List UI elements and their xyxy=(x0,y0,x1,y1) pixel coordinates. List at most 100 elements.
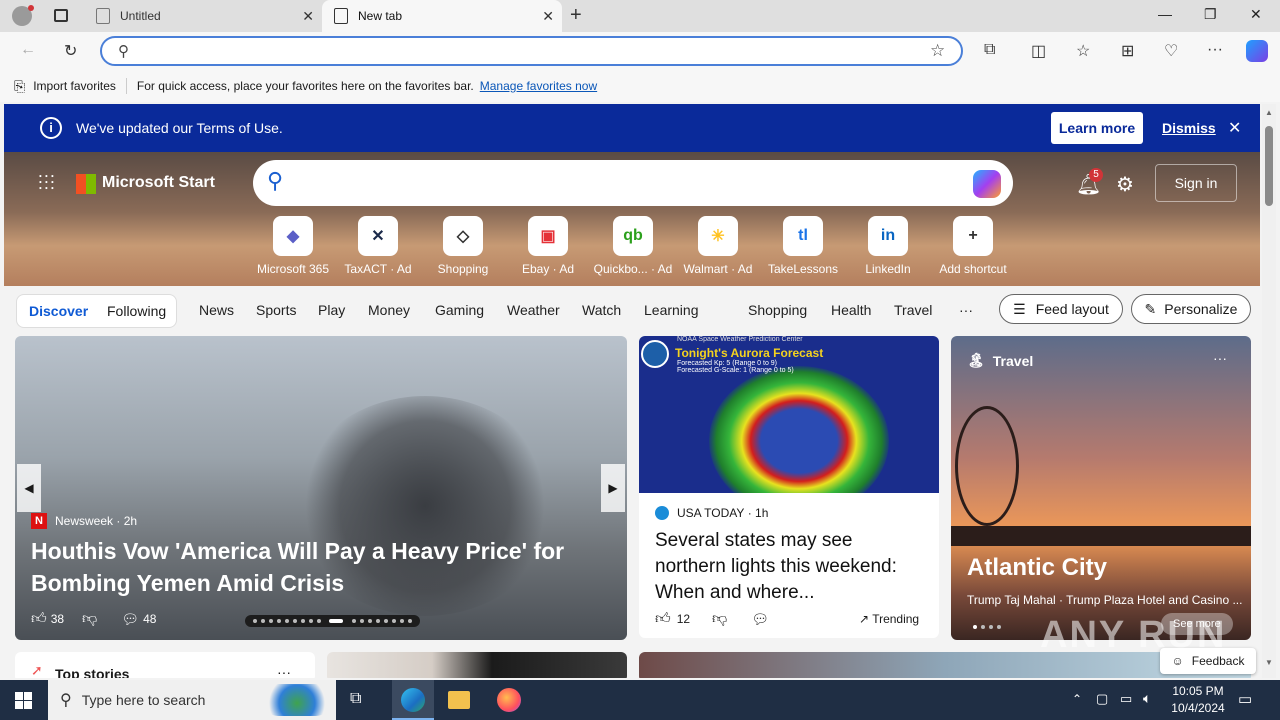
copilot-icon[interactable] xyxy=(1246,40,1268,62)
favorites-icon[interactable]: ☆ xyxy=(1076,41,1090,61)
shortcut-taxact[interactable]: ✕ TaxACT · Ad xyxy=(338,216,418,276)
notifications-icon[interactable]: ▭ xyxy=(1238,690,1252,708)
personalize-button[interactable]: ✎ Personalize xyxy=(1131,294,1251,324)
profile-alert-dot xyxy=(28,5,34,11)
close-window-icon[interactable]: ✕ xyxy=(1250,6,1262,23)
dislike-icon[interactable]: 👎︎ xyxy=(712,610,727,628)
tab-money[interactable]: Money xyxy=(368,302,410,318)
edge-icon xyxy=(401,688,425,712)
import-favorites-button[interactable]: Import favorites xyxy=(33,79,116,93)
comment-icon[interactable]: 💬︎ xyxy=(121,611,139,628)
settings-gear-icon[interactable]: ⚙ xyxy=(1116,172,1134,197)
dismiss-button[interactable]: Dismiss xyxy=(1162,120,1216,136)
tab-news[interactable]: News xyxy=(199,302,234,318)
tray-chevron-icon[interactable]: ⌃ xyxy=(1072,692,1082,706)
shortcut-m365[interactable]: ◆ Microsoft 365 xyxy=(253,216,333,276)
network-icon[interactable]: ▭ xyxy=(1120,691,1132,707)
tab-new-tab[interactable]: New tab ✕ xyxy=(322,0,562,32)
shortcut-quickbooks[interactable]: qb Quickbo... · Ad xyxy=(593,216,673,276)
tab-travel[interactable]: Travel xyxy=(894,302,932,318)
tab-discover[interactable]: Discover xyxy=(29,303,88,319)
clock-time[interactable]: 10:05 PM xyxy=(1170,684,1226,698)
carousel-prev-button[interactable]: ◀ xyxy=(17,464,41,512)
learn-more-button[interactable]: Learn more xyxy=(1051,112,1143,144)
shortcut-linkedin[interactable]: in LinkedIn xyxy=(848,216,928,276)
import-favorites-icon[interactable]: ⎘ xyxy=(14,78,25,95)
shortcut-ebay[interactable]: ▣ Ebay · Ad xyxy=(508,216,588,276)
tray-device-icon[interactable]: ▢ xyxy=(1096,691,1108,707)
headline[interactable]: Several states may see northern lights t… xyxy=(655,528,927,606)
carousel-dots[interactable] xyxy=(245,615,420,627)
shortcut-takelessons[interactable]: tl TakeLessons xyxy=(763,216,843,276)
tab-shopping[interactable]: Shopping xyxy=(748,302,807,318)
scroll-up-icon[interactable]: ▲ xyxy=(1265,108,1273,117)
tab-untitled[interactable]: Untitled ✕ xyxy=(84,0,322,32)
tab-following[interactable]: Following xyxy=(107,303,166,319)
like-icon[interactable]: 👍︎ xyxy=(655,610,671,628)
toolbar: ← ↻ ⚲ ☆ ⧉ ◫ ☆ ⊞ ♡ ··· xyxy=(0,32,1280,70)
like-icon[interactable]: 👍︎ xyxy=(31,610,47,628)
task-view-icon[interactable]: ⧉ xyxy=(350,690,361,708)
shortcut-tag[interactable]: ◇ Shopping xyxy=(423,216,503,276)
back-icon[interactable]: ← xyxy=(20,41,36,59)
card-menu-icon[interactable]: ··· xyxy=(1213,350,1227,366)
tab-actions-icon[interactable] xyxy=(54,9,68,22)
new-tab-icon[interactable]: + xyxy=(570,4,582,27)
collections-icon[interactable]: ⊞ xyxy=(1121,41,1134,61)
close-tab-icon[interactable]: ✕ xyxy=(542,8,554,25)
feed-layout-button[interactable]: ☰ Feed layout xyxy=(999,294,1123,324)
minimize-icon[interactable]: — xyxy=(1158,6,1172,22)
more-menu-icon[interactable]: ··· xyxy=(1207,41,1223,59)
edge-taskbar-icon[interactable] xyxy=(392,680,434,720)
tab-learning[interactable]: Learning xyxy=(644,302,699,318)
dislike-icon[interactable]: 👎︎ xyxy=(82,610,97,628)
tab-sports[interactable]: Sports xyxy=(256,302,296,318)
close-banner-icon[interactable]: ✕ xyxy=(1228,118,1241,138)
tab-weather[interactable]: Weather xyxy=(507,302,560,318)
manage-favorites-link[interactable]: Manage favorites now xyxy=(480,79,597,93)
extensions-icon[interactable]: ⧉ xyxy=(984,41,995,59)
restore-icon[interactable]: ❐ xyxy=(1204,6,1217,23)
trending-badge: ↗ Trending xyxy=(859,612,919,626)
shortcut-plus[interactable]: + Add shortcut xyxy=(933,216,1013,276)
destination-title[interactable]: Atlantic City xyxy=(967,554,1107,582)
page-scrollbar[interactable]: ▲ ▼ xyxy=(1262,104,1276,678)
split-screen-icon[interactable]: ◫ xyxy=(1031,41,1046,61)
copilot-icon[interactable] xyxy=(973,170,1001,198)
search-highlight-image xyxy=(262,684,332,716)
scroll-thumb[interactable] xyxy=(1265,126,1273,206)
refresh-icon[interactable]: ↻ xyxy=(64,41,77,61)
comment-icon[interactable]: 💬︎ xyxy=(751,611,769,628)
address-bar[interactable]: ⚲ ☆ xyxy=(100,36,963,66)
tab-health[interactable]: Health xyxy=(831,302,871,318)
headline[interactable]: Houthis Vow 'America Will Pay a Heavy Pr… xyxy=(31,535,591,599)
scroll-down-icon[interactable]: ▼ xyxy=(1265,658,1273,667)
more-categories-button[interactable]: ··· xyxy=(959,302,973,318)
apps-grid-icon[interactable]: ∙∙∙ ∙∙∙ ∙∙∙ xyxy=(38,166,56,196)
carousel-next-button[interactable]: ▶ xyxy=(601,464,625,512)
web-search-box[interactable]: ⚲ xyxy=(253,160,1013,206)
aurora-map-image: NOAA Space Weather Prediction Center Ton… xyxy=(639,336,939,493)
volume-icon[interactable]: 🔈︎ xyxy=(1143,690,1151,707)
brand-name[interactable]: Microsoft Start xyxy=(102,174,215,192)
hero-news-card[interactable]: ◀ ▶ N Newsweek · 2h Houthis Vow 'America… xyxy=(15,336,627,640)
firefox-icon[interactable] xyxy=(497,688,521,712)
performance-icon[interactable]: ♡ xyxy=(1164,41,1178,61)
travel-card[interactable]: 🏝︎ Travel ··· Atlantic City Trump Taj Ma… xyxy=(951,336,1251,640)
travel-dots[interactable] xyxy=(971,618,1003,636)
start-windows-icon[interactable] xyxy=(15,692,32,709)
tab-gaming[interactable]: Gaming xyxy=(435,302,484,318)
aurora-news-card[interactable]: NOAA Space Weather Prediction Center Ton… xyxy=(639,336,939,638)
linkedin-icon: in xyxy=(868,216,908,256)
tab-play[interactable]: Play xyxy=(318,302,345,318)
tab-watch[interactable]: Watch xyxy=(582,302,621,318)
clock-date[interactable]: 10/4/2024 xyxy=(1166,701,1230,715)
news-image-card[interactable] xyxy=(327,652,627,678)
file-explorer-icon[interactable] xyxy=(448,691,470,709)
close-tab-icon[interactable]: ✕ xyxy=(302,8,314,25)
sign-in-button[interactable]: Sign in xyxy=(1155,164,1237,202)
favorite-star-icon[interactable]: ☆ xyxy=(930,41,945,61)
taskbar-search[interactable]: ⚲ Type here to search xyxy=(48,680,336,720)
card-menu-icon[interactable]: ··· xyxy=(277,664,291,678)
shortcut-walmart[interactable]: ✳ Walmart · Ad xyxy=(678,216,758,276)
